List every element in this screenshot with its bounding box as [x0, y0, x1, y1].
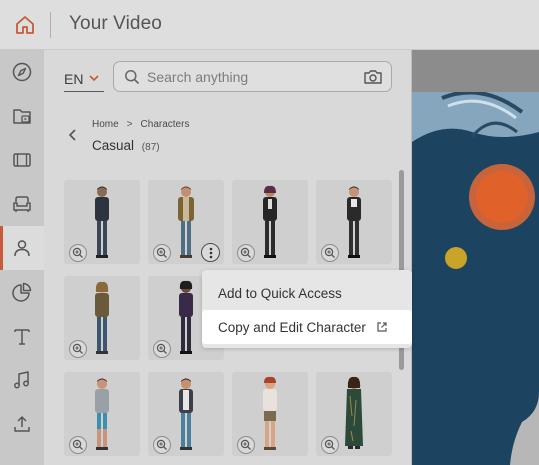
character-card[interactable]: [64, 372, 140, 456]
section-title-text: Casual: [92, 138, 135, 153]
character-thumbnail: [95, 186, 109, 258]
pie-chart-icon: [12, 282, 32, 302]
person-icon: [14, 240, 30, 257]
zoom-button[interactable]: [69, 244, 87, 262]
language-select[interactable]: EN: [64, 66, 104, 92]
zoom-in-icon: [156, 439, 167, 450]
top-bar: Your Video: [0, 0, 539, 50]
character-card[interactable]: [316, 180, 392, 264]
language-value: EN: [64, 70, 84, 87]
character-thumbnail: [95, 378, 109, 450]
home-icon: [16, 16, 34, 34]
left-rail: [0, 50, 44, 465]
zoom-button[interactable]: [69, 436, 87, 454]
breadcrumb-home[interactable]: Home: [92, 119, 119, 130]
media-folder-icon: [13, 109, 31, 124]
menu-item-add-to-quick-access[interactable]: Add to Quick Access: [202, 276, 412, 310]
zoom-in-icon: [156, 247, 167, 258]
upload-icon: [14, 416, 30, 432]
more-options-button[interactable]: [201, 243, 220, 262]
character-thumbnail: [178, 186, 194, 258]
menu-item-copy-and-edit-character[interactable]: Copy and Edit Character: [202, 310, 412, 344]
app-title: Your Video: [69, 13, 162, 34]
music-note-icon: [14, 371, 29, 389]
zoom-button[interactable]: [69, 340, 87, 358]
text-icon: [14, 329, 30, 345]
zoom-button[interactable]: [237, 436, 255, 454]
rail-item-film[interactable]: [0, 138, 44, 182]
zoom-button[interactable]: [153, 244, 171, 262]
more-vertical-icon: [209, 247, 212, 258]
compass-icon: [12, 62, 32, 82]
breadcrumb-separator: >: [126, 119, 133, 130]
zoom-in-icon: [240, 439, 251, 450]
breadcrumb: Home > Characters: [92, 119, 189, 130]
rail-item-charts[interactable]: [0, 270, 44, 314]
character-card[interactable]: [232, 372, 308, 456]
zoom-in-icon: [324, 247, 335, 258]
zoom-in-icon: [72, 343, 83, 354]
zoom-button[interactable]: [153, 340, 171, 358]
external-link-icon: [377, 322, 387, 332]
armchair-icon: [13, 196, 31, 212]
zoom-in-icon: [72, 439, 83, 450]
zoom-in-icon: [72, 247, 83, 258]
character-card[interactable]: [148, 372, 224, 456]
search-icon: [125, 70, 140, 85]
zoom-button[interactable]: [321, 436, 339, 454]
zoom-button[interactable]: [153, 436, 171, 454]
search-box: [113, 61, 392, 92]
back-chevron-icon[interactable]: [64, 126, 82, 144]
breadcrumb-current[interactable]: Characters: [141, 119, 190, 130]
rail-item-audio[interactable]: [0, 358, 44, 402]
zoom-button[interactable]: [237, 244, 255, 262]
character-thumbnail: [263, 376, 277, 450]
rail-item-explore[interactable]: [0, 50, 44, 94]
zoom-in-icon: [156, 343, 167, 354]
menu-item-label: Copy and Edit Character: [218, 319, 366, 335]
context-menu: Add to Quick Access Copy and Edit Charac…: [202, 270, 412, 348]
zoom-button[interactable]: [321, 244, 339, 262]
film-icon: [13, 153, 31, 167]
character-thumbnail: [179, 378, 193, 450]
section-count: (87): [141, 142, 160, 153]
search-input[interactable]: [147, 68, 347, 86]
character-card[interactable]: [148, 180, 224, 264]
rail-item-text[interactable]: [0, 314, 44, 358]
character-card[interactable]: [316, 372, 392, 456]
video-stage[interactable]: [412, 92, 539, 465]
top-divider: [50, 12, 51, 38]
zoom-in-icon: [324, 439, 335, 450]
camera-icon[interactable]: [363, 68, 383, 86]
rail-item-characters[interactable]: [0, 226, 44, 270]
zoom-in-icon: [240, 247, 251, 258]
rail-item-props[interactable]: [0, 182, 44, 226]
characters-panel: EN Home > Characters Casual (87): [44, 50, 412, 465]
character-thumbnail: [263, 185, 277, 258]
character-thumbnail: [179, 280, 193, 354]
character-card[interactable]: [64, 180, 140, 264]
menu-item-label: Add to Quick Access: [218, 285, 342, 301]
scene-artwork: [412, 92, 539, 465]
chevron-down-icon: [89, 75, 100, 82]
rail-item-media[interactable]: [0, 94, 44, 138]
character-card[interactable]: [232, 180, 308, 264]
character-card[interactable]: [64, 276, 140, 360]
character-thumbnail: [347, 186, 361, 258]
section-title: Casual (87): [92, 138, 160, 153]
home-button[interactable]: [11, 11, 39, 39]
rail-item-upload[interactable]: [0, 402, 44, 446]
character-thumbnail: [345, 376, 363, 449]
character-thumbnail: [95, 281, 109, 354]
